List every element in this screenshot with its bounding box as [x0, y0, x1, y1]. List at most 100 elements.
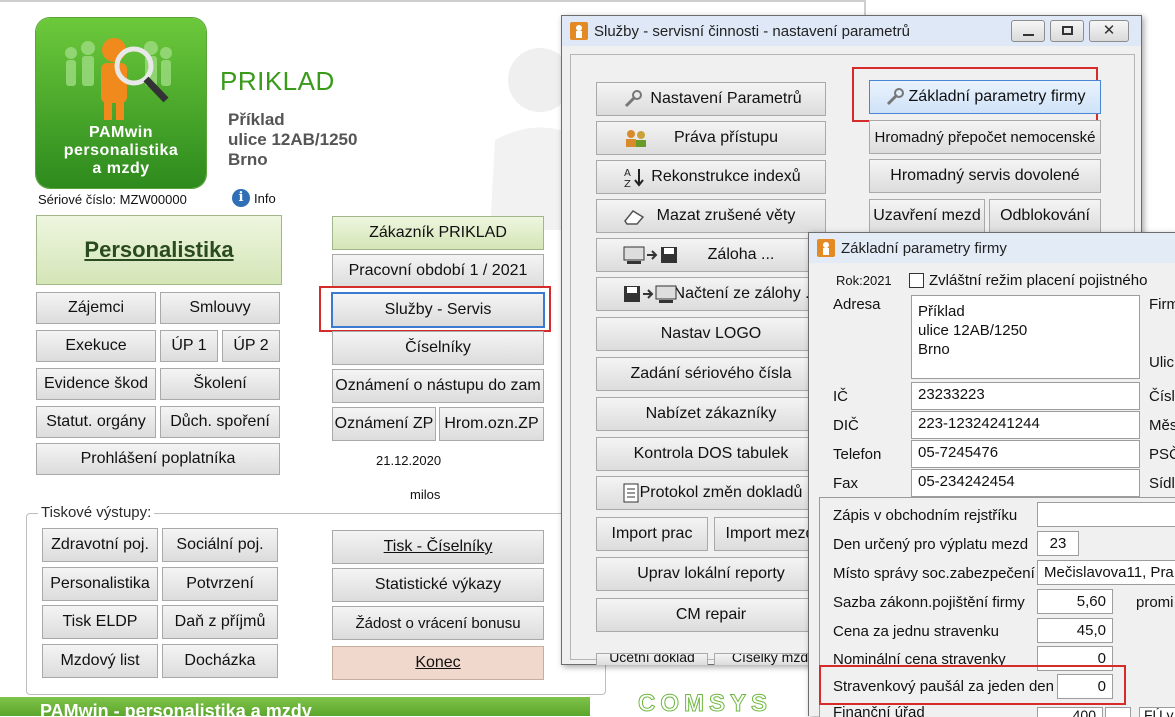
mzdovy-list-button[interactable]: Mzdový list — [42, 644, 158, 678]
dochazka-button[interactable]: Docházka — [162, 644, 278, 678]
hrom-ozn-zp-button[interactable]: Hrom.ozn.ZP — [439, 407, 544, 441]
app-icon — [817, 239, 835, 257]
potvrzeni-button[interactable]: Potvrzení — [162, 567, 278, 601]
computer-to-disk-icon — [623, 246, 677, 264]
nastav-logo-button[interactable]: Nastav LOGO — [596, 317, 826, 351]
stravenkovy-pausal-label: Stravenkový paušál za jeden den — [833, 678, 1054, 695]
wrench-icon — [624, 90, 642, 108]
hromadny-servis-dovolene-button[interactable]: Hromadný servis dovolené — [869, 159, 1101, 193]
address-field-line-1: Příklad — [918, 303, 965, 320]
up1-button[interactable]: ÚP 1 — [160, 330, 218, 362]
pamwin-logo: PAMwin personalistika a mzdy — [36, 18, 206, 188]
dic-label: DIČ — [833, 417, 859, 434]
zadani-seriového-cisla-button[interactable]: Zadání sériového čísla — [596, 357, 826, 391]
close-button[interactable]: ✕ — [1089, 20, 1129, 42]
services-title: Služby - servisní činnosti - nastavení p… — [594, 22, 910, 40]
street-label: Ulic — [1149, 354, 1174, 371]
misto-spravy-input[interactable]: Mečislavova11, Pra — [1037, 560, 1175, 585]
special-regime-checkbox[interactable] — [909, 273, 924, 288]
firm-name-label: Firm — [1149, 296, 1175, 313]
odblokovani-button[interactable]: Odblokování — [989, 199, 1101, 233]
exekuce-button[interactable]: Exekuce — [36, 330, 156, 362]
konec-button[interactable]: Konec — [332, 646, 544, 680]
import-prac-button[interactable]: Import prac — [596, 517, 708, 551]
protokol-zmen-dokladu-label: Protokol změn dokladů — [639, 484, 803, 501]
kontrola-dos-tabulek-button[interactable]: Kontrola DOS tabulek — [596, 437, 826, 471]
statisticke-vykazy-button[interactable]: Statistické výkazy — [332, 568, 544, 602]
nastaveni-parametru-button[interactable]: Nastavení Parametrů — [596, 82, 826, 116]
protokol-zmen-dokladu-button[interactable]: Protokol změn dokladů — [596, 476, 826, 510]
info-icon: i — [232, 189, 250, 207]
ic-input[interactable]: 23233223 — [911, 382, 1140, 410]
dic-input[interactable]: 223-12324241244 — [911, 411, 1140, 439]
address-line-3: Brno — [228, 150, 268, 169]
svg-text:A: A — [624, 168, 631, 179]
sazba-pojisteni-input[interactable]: 5,60 — [1037, 589, 1113, 614]
oznameni-nastupu-button[interactable]: Oznámení o nástupu do zam — [332, 369, 544, 403]
zakladni-parametry-firmy-label: Základní parametry firmy — [908, 88, 1086, 105]
app-icon — [570, 22, 588, 40]
zakladni-parametry-firmy-button[interactable]: Základní parametry firmy — [869, 80, 1101, 114]
smlouvy-button[interactable]: Smlouvy — [160, 292, 280, 324]
zdravotni-poj-button[interactable]: Zdravotní poj. — [42, 528, 158, 562]
logo-subtitle-1: personalistika — [63, 142, 179, 159]
ucetni-doklad-button[interactable]: Účetní doklad — [596, 653, 708, 665]
mesto-label: Měs — [1149, 417, 1175, 434]
tisk-ciselniky-button[interactable]: Tisk - Číselníky — [332, 530, 544, 564]
rekonstrukce-indexu-button[interactable]: AZ Rekonstrukce indexů — [596, 160, 826, 194]
cm-repair-button[interactable]: CM repair — [596, 598, 826, 632]
ic-label: IČ — [833, 388, 848, 405]
den-vyplaty-input[interactable]: 23 — [1037, 531, 1079, 556]
ciselniky-button[interactable]: Číselníky — [332, 331, 544, 365]
zajemci-button[interactable]: Zájemci — [36, 292, 156, 324]
prava-pristupu-button[interactable]: Práva přístupu — [596, 121, 826, 155]
nacteni-ze-zalohy-button[interactable]: Načtení ze zálohy ... — [596, 277, 826, 311]
stravenkovy-pausal-input[interactable]: 0 — [1057, 674, 1113, 699]
logo-people-graphic — [65, 38, 172, 120]
prohlaseni-poplatnika-button[interactable]: Prohlášení poplatníka — [36, 443, 280, 475]
firm-parameters-dialog: Základní parametry firmy Rok:2021 Zvlášt… — [808, 232, 1175, 717]
cena-stravenky-input[interactable]: 45,0 — [1037, 618, 1113, 643]
info-label: Info — [254, 190, 276, 206]
nabizet-zakazniky-button[interactable]: Nabízet zákazníky — [596, 397, 826, 431]
sluzby-servis-button[interactable]: Služby - Servis — [331, 292, 545, 328]
fax-label: Fax — [833, 475, 859, 492]
zapis-rejstrik-label: Zápis v obchodním rejstříku — [833, 507, 1018, 524]
sidlo-label: Sídl — [1149, 475, 1175, 492]
address-field[interactable]: Příklad ulice 12AB/1250 Brno — [911, 295, 1140, 379]
dan-z-prijmu-button[interactable]: Daň z příjmů — [162, 605, 278, 639]
mazat-zrusene-vety-button[interactable]: Mazat zrušené věty — [596, 199, 826, 233]
uzavreni-mezd-button[interactable]: Uzavření mezd — [869, 199, 985, 233]
pracovni-obdobi-button[interactable]: Pracovní období 1 / 2021 — [332, 254, 544, 288]
skoleni-button[interactable]: Školení — [160, 368, 280, 400]
serial-number: Sériové číslo: MZW00000 — [38, 192, 187, 207]
company-name: PRIKLAD — [220, 66, 335, 96]
print-personalistika-button[interactable]: Personalistika — [42, 567, 158, 601]
statut-organy-button[interactable]: Statut. orgány — [36, 406, 156, 438]
current-date: 21.12.2020 — [376, 453, 442, 468]
oznameni-zp-button[interactable]: Oznámení ZP — [332, 407, 436, 441]
year-label: Rok:2021 — [836, 273, 892, 288]
misto-spravy-label: Místo správy soc.zabezpečení — [833, 565, 1035, 582]
prava-pristupu-label: Práva přístupu — [673, 129, 779, 146]
zakaznik-button[interactable]: Zákazník PRIKLAD — [332, 216, 544, 250]
zaloha-button[interactable]: Záloha ... — [596, 238, 826, 272]
telefon-input[interactable]: 05-7245476 — [911, 440, 1140, 468]
personalistika-button[interactable]: Personalistika — [36, 215, 282, 285]
maximize-button[interactable] — [1050, 20, 1084, 42]
up2-button[interactable]: ÚP 2 — [222, 330, 280, 362]
fax-input[interactable]: 05-234242454 — [911, 469, 1140, 497]
minimize-button[interactable] — [1011, 20, 1045, 42]
duch-sporeni-button[interactable]: Důch. spoření — [160, 406, 280, 438]
wrench-icon — [886, 88, 904, 106]
uprav-lokalni-reporty-button[interactable]: Uprav lokální reporty — [596, 557, 826, 591]
info-link[interactable]: i Info — [232, 189, 276, 207]
zapis-rejstrik-input[interactable] — [1037, 502, 1175, 527]
zadost-vraceni-bonusu-button[interactable]: Žádost o vrácení bonusu — [332, 606, 544, 640]
minimize-icon — [1023, 34, 1034, 36]
disk-to-computer-icon — [624, 285, 677, 303]
hromadny-prepocet-nemocenske-button[interactable]: Hromadný přepočet nemocenské — [869, 120, 1101, 154]
socialni-poj-button[interactable]: Sociální poj. — [162, 528, 278, 562]
tisk-eldp-button[interactable]: Tisk ELDP — [42, 605, 158, 639]
evidence-skod-button[interactable]: Evidence škod — [36, 368, 156, 400]
